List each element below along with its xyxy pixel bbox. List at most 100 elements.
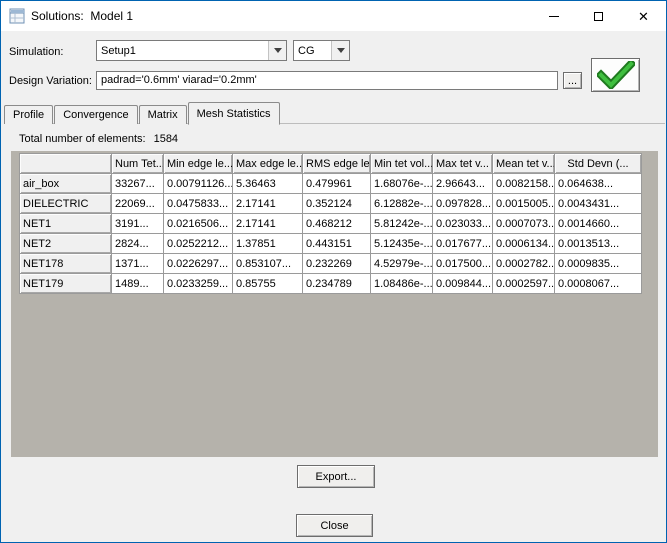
row-header-cell[interactable]: NET179 xyxy=(19,273,112,294)
close-button[interactable]: ✕ xyxy=(621,1,666,31)
row-header-cell[interactable]: DIELECTRIC xyxy=(19,193,112,214)
table-cell[interactable]: 0.0226297... xyxy=(163,253,233,274)
table-cell[interactable]: 1.37851 xyxy=(232,233,303,254)
row-header-cell[interactable]: NET178 xyxy=(19,253,112,274)
mesh-grid-area: Num Tet... Min edge le... Max edge le... RM… xyxy=(11,151,658,457)
table-cell[interactable]: 0.0013513... xyxy=(554,233,642,254)
corner-header-cell[interactable] xyxy=(19,153,112,174)
table-cell[interactable]: 1371... xyxy=(111,253,164,274)
table-row: NET2 2824... 0.0252212... 1.37851 0.443151 5.… xyxy=(19,233,642,254)
table-cell[interactable]: 0.0006134... xyxy=(492,233,555,254)
table-cell[interactable]: 0.0014660... xyxy=(554,213,642,234)
table-cell[interactable]: 0.0002782... xyxy=(492,253,555,274)
browse-button[interactable]: ... xyxy=(563,72,582,89)
table-cell[interactable]: 4.52979e-... xyxy=(370,253,433,274)
table-cell[interactable]: 2.17141 xyxy=(232,193,303,214)
column-header-cell[interactable]: Max edge le... xyxy=(232,153,303,174)
table-cell[interactable]: 0.468212 xyxy=(302,213,371,234)
window-controls: ✕ xyxy=(531,1,666,31)
close-dialog-button[interactable]: Close xyxy=(296,514,373,537)
table-cell[interactable]: 2824... xyxy=(111,233,164,254)
tab-convergence[interactable]: Convergence xyxy=(54,105,138,124)
table-cell[interactable]: 0.0216506... xyxy=(163,213,233,234)
table-cell[interactable]: 5.81242e-... xyxy=(370,213,433,234)
table-cell[interactable]: 0.0233259... xyxy=(163,273,233,294)
table-cell[interactable]: 0.064638... xyxy=(554,173,642,194)
tab-profile[interactable]: Profile xyxy=(4,105,54,124)
table-cell[interactable]: 0.352124 xyxy=(302,193,371,214)
column-header-cell[interactable]: Max tet v... xyxy=(432,153,493,174)
row-header-cell[interactable]: NET1 xyxy=(19,213,112,234)
row-header-cell[interactable]: air_box xyxy=(19,173,112,194)
table-cell[interactable]: 22069... xyxy=(111,193,164,214)
titlebar[interactable]: Solutions: Model 1 ✕ xyxy=(1,1,666,31)
column-header-cell[interactable]: Std Devn (... xyxy=(554,153,642,174)
table-cell[interactable]: 0.0008067... xyxy=(554,273,642,294)
table-cell[interactable]: 0.0007073... xyxy=(492,213,555,234)
table-cell[interactable]: 1.68076e-... xyxy=(370,173,433,194)
tab-matrix[interactable]: Matrix xyxy=(138,105,187,124)
table-cell[interactable]: 1489... xyxy=(111,273,164,294)
table-cell[interactable]: 0.232269 xyxy=(302,253,371,274)
table-cell[interactable]: 0.443151 xyxy=(302,233,371,254)
table-cell[interactable]: 0.0002597... xyxy=(492,273,555,294)
export-button[interactable]: Export... xyxy=(297,465,375,488)
table-cell[interactable]: 33267... xyxy=(111,173,164,194)
mesh-statistics-table: Num Tet... Min edge le... Max edge le... RM… xyxy=(19,153,642,294)
total-elements-line: Total number of elements: 1584 xyxy=(19,133,178,145)
column-header-cell[interactable]: Min tet vol... xyxy=(370,153,433,174)
table-cell[interactable]: 0.0252212... xyxy=(163,233,233,254)
table-cell[interactable]: 0.097828... xyxy=(432,193,493,214)
table-cell[interactable]: 0.0009835... xyxy=(554,253,642,274)
table-cell[interactable]: 0.017500... xyxy=(432,253,493,274)
table-cell[interactable]: 5.36463 xyxy=(232,173,303,194)
table-cell[interactable]: 0.00791126... xyxy=(163,173,233,194)
header-row: Num Tet... Min edge le... Max edge le... RM… xyxy=(19,153,642,174)
design-variation-field[interactable]: padrad='0.6mm' viarad='0.2mm' xyxy=(96,71,558,90)
row-header-cell[interactable]: NET2 xyxy=(19,233,112,254)
table-row: NET178 1371... 0.0226297... 0.853107... 0.23… xyxy=(19,253,642,274)
table-cell[interactable]: 0.017677... xyxy=(432,233,493,254)
simulation-label: Simulation: xyxy=(9,46,64,58)
table-cell[interactable]: 0.0475833... xyxy=(163,193,233,214)
minimize-icon xyxy=(548,15,559,17)
minimize-button[interactable] xyxy=(531,1,576,31)
table-cell[interactable]: 6.12882e-... xyxy=(370,193,433,214)
table-cell[interactable]: 1.08486e-... xyxy=(370,273,433,294)
solutions-dialog: Solutions: Model 1 ✕ Simulation: Setup1 … xyxy=(0,0,667,543)
table-cell[interactable]: 0.234789 xyxy=(302,273,371,294)
table-cell[interactable]: 0.853107... xyxy=(232,253,303,274)
total-elements-label: Total number of elements: xyxy=(19,133,146,145)
close-icon: ✕ xyxy=(638,8,649,24)
table-cell[interactable]: 0.85755 xyxy=(232,273,303,294)
column-header-cell[interactable]: Mean tet v... xyxy=(492,153,555,174)
table-cell[interactable]: 0.0082158... xyxy=(492,173,555,194)
table-cell[interactable]: 2.17141 xyxy=(232,213,303,234)
column-header-cell[interactable]: RMS edge le... xyxy=(302,153,371,174)
table-cell[interactable]: 0.479961 xyxy=(302,173,371,194)
table-row: air_box 33267... 0.00791126... 5.36463 0.479… xyxy=(19,173,642,194)
column-header-cell[interactable]: Num Tet... xyxy=(111,153,164,174)
table-row: DIELECTRIC 22069... 0.0475833... 2.17141 0.3… xyxy=(19,193,642,214)
column-header-cell[interactable]: Min edge le... xyxy=(163,153,233,174)
simulation-selected-value: Setup1 xyxy=(101,44,136,57)
chevron-down-icon[interactable] xyxy=(331,41,349,60)
window-title: Solutions: Model 1 xyxy=(31,9,134,23)
table-cell[interactable]: 0.023033... xyxy=(432,213,493,234)
table-cell[interactable]: 0.009844... xyxy=(432,273,493,294)
table-cell[interactable]: 5.12435e-... xyxy=(370,233,433,254)
matrix-type-selected-value: CG xyxy=(298,44,315,57)
table-cell[interactable]: 0.0015005... xyxy=(492,193,555,214)
table-cell[interactable]: 2.96643... xyxy=(432,173,493,194)
table-cell[interactable]: 0.0043431... xyxy=(554,193,642,214)
tab-mesh-statistics[interactable]: Mesh Statistics xyxy=(187,102,280,125)
table-row: NET1 3191... 0.0216506... 2.17141 0.468212 5.… xyxy=(19,213,642,234)
matrix-type-select[interactable]: CG xyxy=(293,40,350,61)
app-icon xyxy=(9,8,25,24)
maximize-button[interactable] xyxy=(576,1,621,31)
validation-check-button[interactable] xyxy=(591,58,640,92)
maximize-icon xyxy=(594,11,603,21)
simulation-select[interactable]: Setup1 xyxy=(96,40,287,61)
table-cell[interactable]: 3191... xyxy=(111,213,164,234)
chevron-down-icon[interactable] xyxy=(268,41,286,60)
